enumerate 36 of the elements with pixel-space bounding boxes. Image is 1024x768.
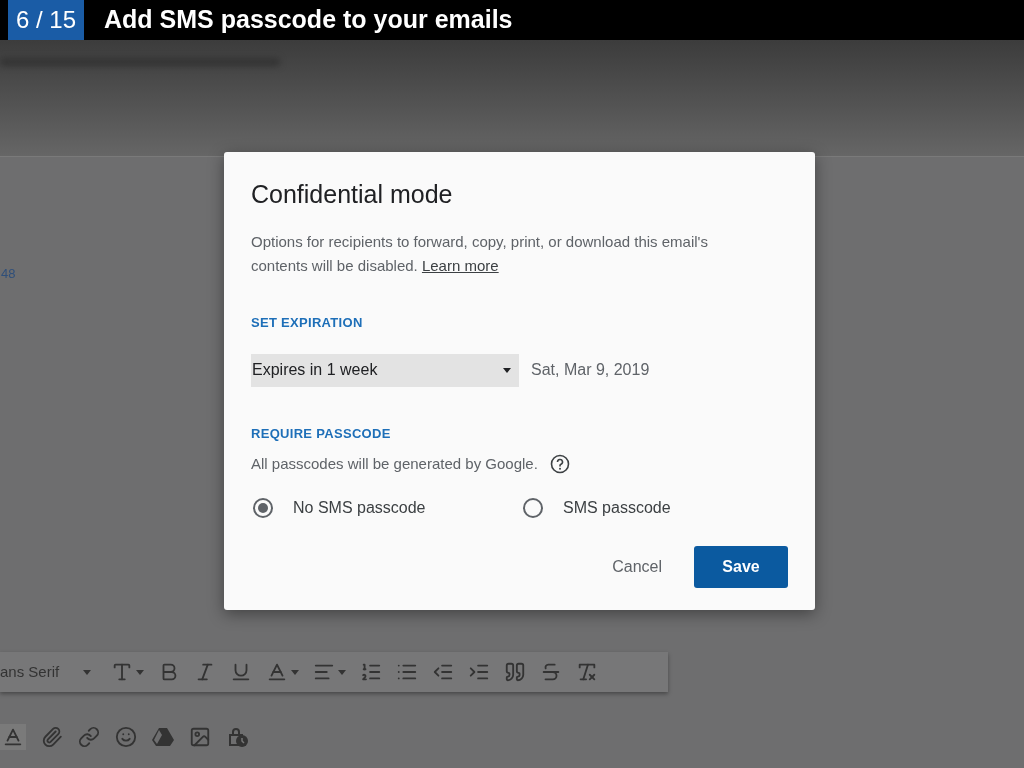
caret-icon <box>338 669 347 675</box>
dialog-description: Options for recipients to forward, copy, print, or download this email's contents will be disabled. Learn more <box>251 232 709 276</box>
radio-label[interactable]: No SMS passcode <box>293 495 426 520</box>
drive-icon[interactable] <box>152 727 174 747</box>
image-icon[interactable] <box>189 726 211 748</box>
save-button[interactable]: Save <box>694 545 788 588</box>
caret-icon <box>83 669 92 675</box>
quote-icon[interactable] <box>504 661 527 683</box>
caret-icon <box>291 669 300 675</box>
section-heading: REQUIRE PASSCODE <box>251 424 392 443</box>
passcode-note: All passcodes will be generated by Google. <box>251 454 538 474</box>
caret-icon <box>503 367 511 373</box>
help-icon[interactable] <box>549 454 570 475</box>
lock-clock-icon[interactable] <box>226 725 250 749</box>
font-name: ans Serif <box>0 661 60 682</box>
side-text: 48 <box>0 266 16 281</box>
radio-button[interactable] <box>523 497 543 518</box>
link-icon[interactable] <box>78 726 100 748</box>
cancel-button[interactable]: Cancel <box>604 546 670 587</box>
formatting-button[interactable] <box>0 724 26 750</box>
caret-icon <box>136 669 145 675</box>
banner-title: Add SMS passcode to your emails <box>104 4 513 36</box>
expiration-dropdown[interactable]: Expires in 1 week <box>251 353 519 387</box>
radio-label[interactable]: SMS passcode <box>563 495 671 520</box>
dialog-title: Confidential mode <box>251 179 454 210</box>
expiration-date: Sat, Mar 9, 2019 <box>531 360 650 380</box>
step-counter: 6 / 15 <box>8 0 85 40</box>
text-size-button[interactable] <box>111 661 145 683</box>
text-color-button[interactable] <box>266 661 300 683</box>
paperclip-icon[interactable] <box>41 726 63 748</box>
radio-button[interactable] <box>253 497 273 518</box>
section-heading: SET EXPIRATION <box>251 314 364 332</box>
formatting-icon <box>2 726 24 748</box>
numbered-list-icon[interactable] <box>360 661 383 683</box>
learn-more-link[interactable]: Learn more <box>421 257 499 274</box>
emoji-icon[interactable] <box>115 726 137 748</box>
